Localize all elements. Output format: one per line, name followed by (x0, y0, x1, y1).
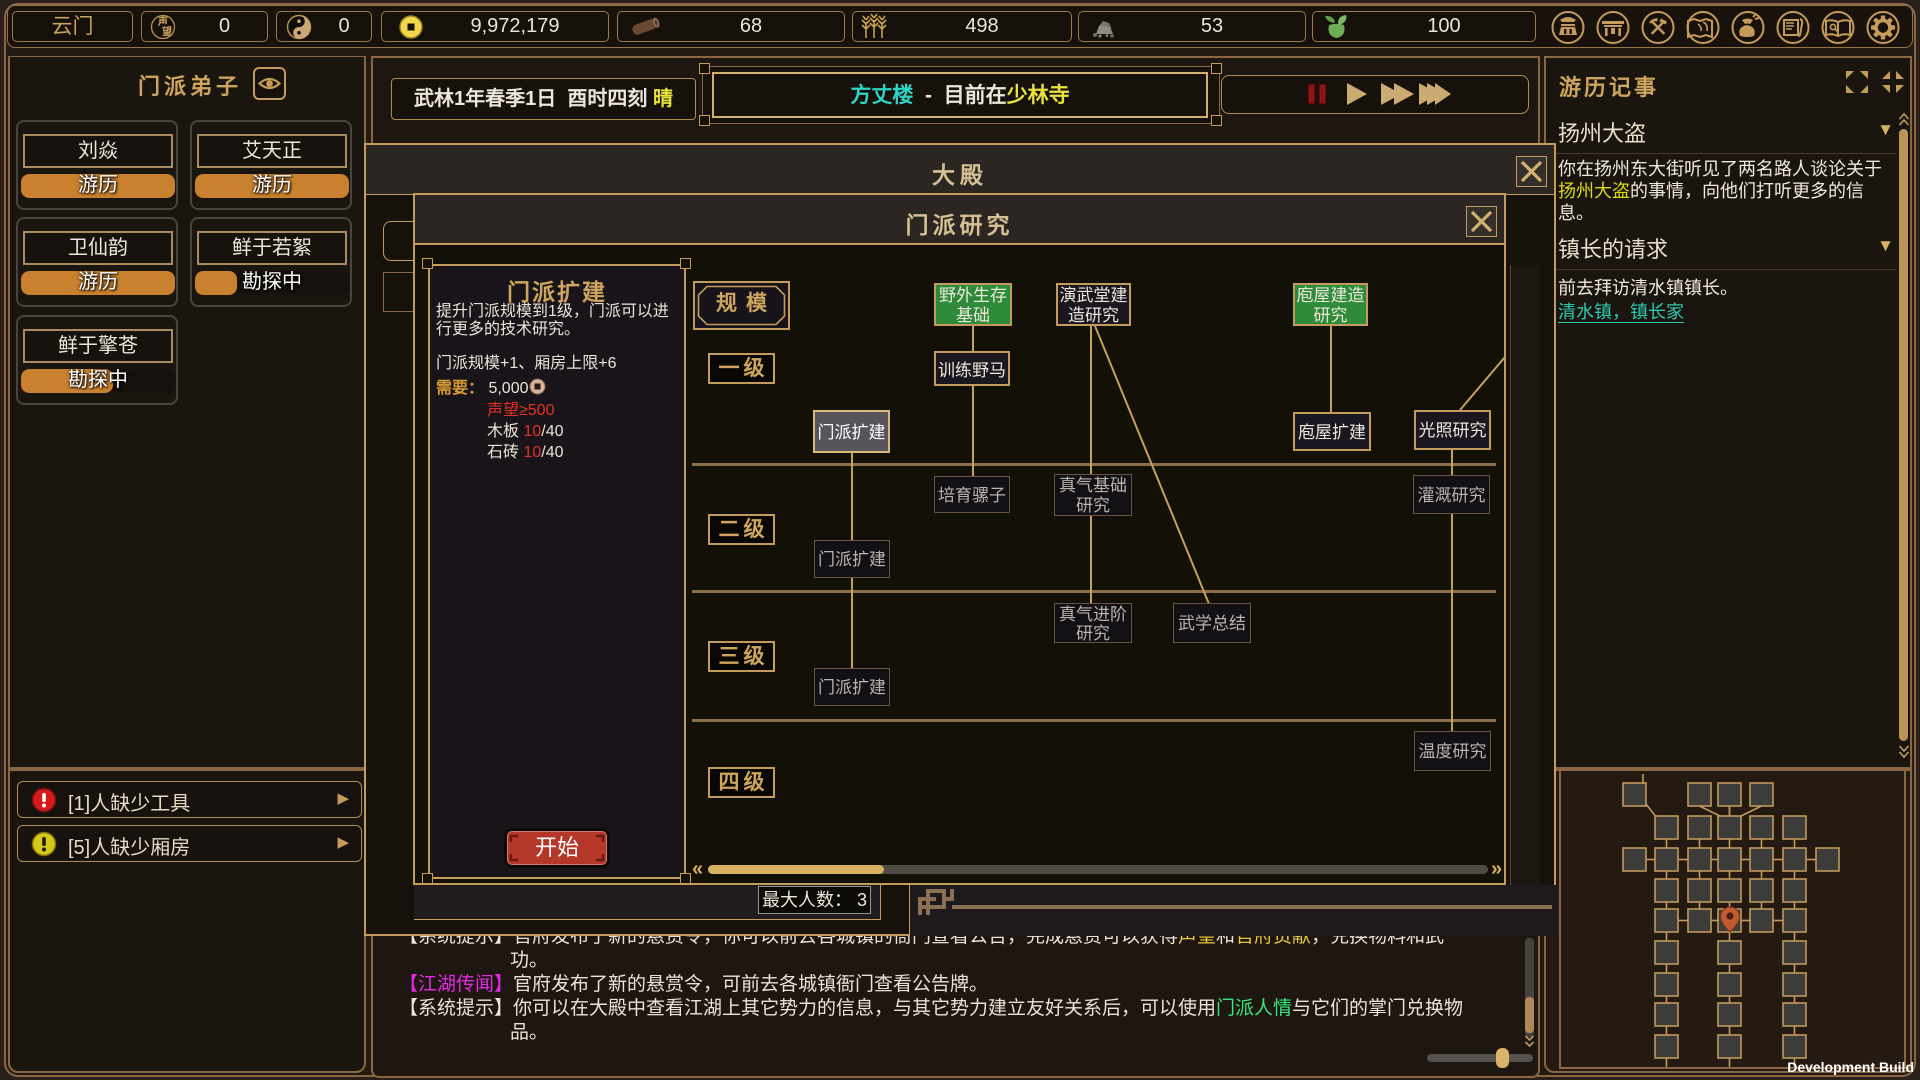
svg-text:望: 望 (162, 25, 172, 38)
